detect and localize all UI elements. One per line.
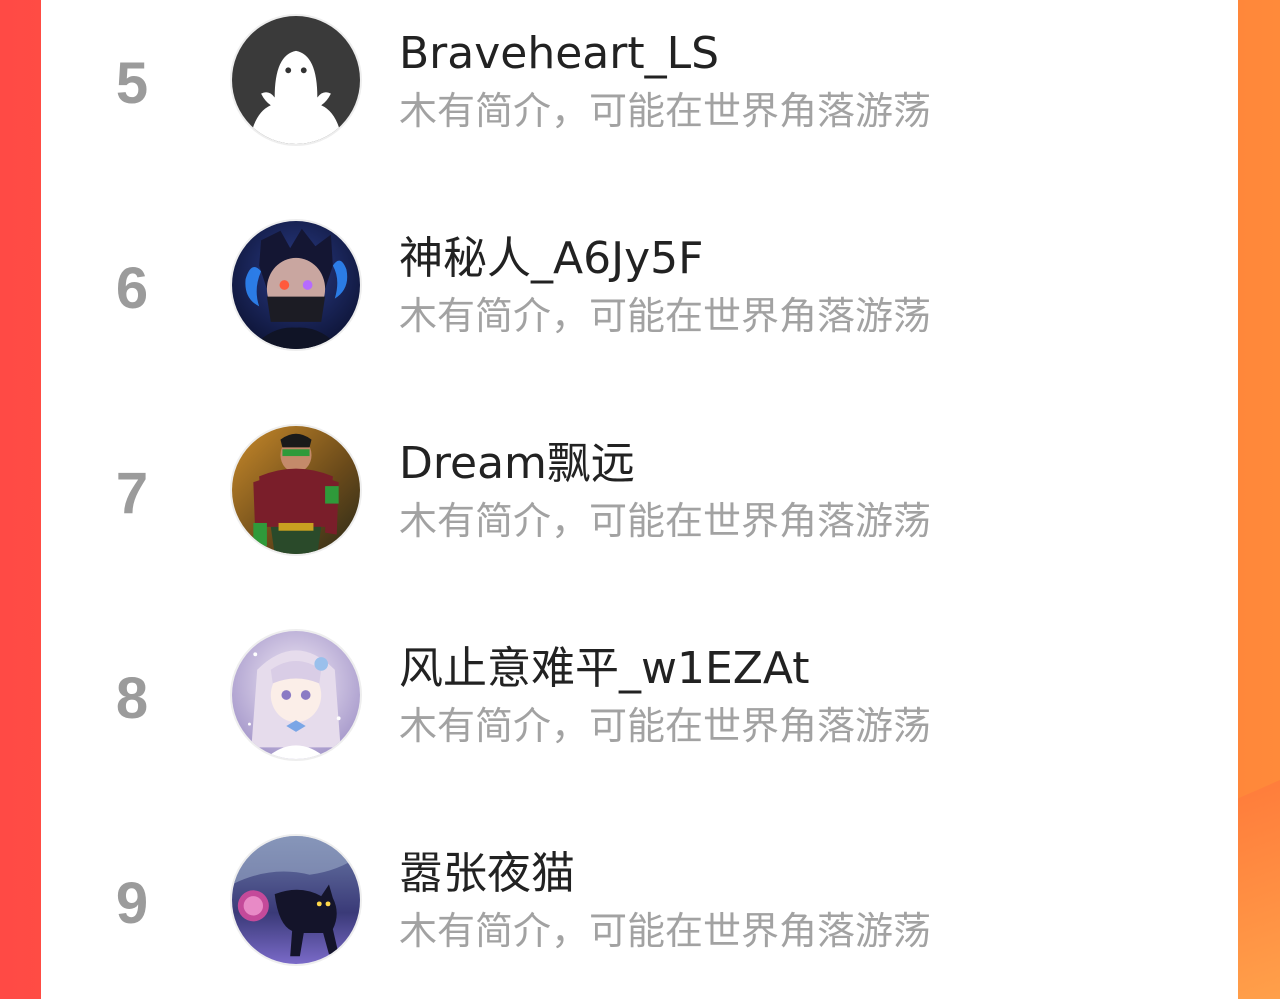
rank-number: 6 [115, 256, 149, 321]
rank-number: 9 [115, 871, 149, 936]
username[interactable]: 神秘人_A6Jy5F [399, 231, 703, 287]
user-bio: 木有简介，可能在世界角落游荡 [399, 294, 932, 338]
ranking-row[interactable]: 8 风止意难平_w1EZAt 木有简介，可能在世界角落游荡 [41, 629, 1238, 779]
ranking-row[interactable]: 6 神秘人_A6Jy5F 木有简介，可能在世界角落游荡 [41, 219, 1238, 369]
ranking-row[interactable]: 5 Braveheart_LS 木有简介，可能在世界角落游荡 [41, 14, 1238, 164]
user-bio: 木有简介，可能在世界角落游荡 [399, 909, 932, 953]
black-cat-avatar-icon[interactable] [230, 834, 362, 966]
user-bio: 木有简介，可能在世界角落游荡 [399, 499, 932, 543]
anime-masked-boy-avatar-icon[interactable] [230, 219, 362, 351]
rank-number: 7 [115, 461, 149, 526]
username[interactable]: Braveheart_LS [399, 26, 719, 82]
username[interactable]: Dream飘远 [399, 436, 635, 492]
default-ghost-avatar-icon[interactable] [230, 14, 362, 146]
user-bio: 木有简介，可能在世界角落游荡 [399, 704, 932, 748]
superhero-avatar-icon[interactable] [230, 424, 362, 556]
rank-number: 5 [115, 51, 149, 116]
ranking-page: 5 Braveheart_LS 木有简介，可能在世界角落游荡 6 神秘人_A6J… [0, 0, 1280, 999]
rank-number: 8 [115, 666, 149, 731]
username[interactable]: 嚣张夜猫 [399, 846, 575, 902]
anime-girl-avatar-icon[interactable] [230, 629, 362, 761]
username[interactable]: 风止意难平_w1EZAt [399, 641, 810, 697]
ranking-row[interactable]: 9 嚣张夜猫 木有简介，可能在世界角落游荡 [41, 834, 1238, 984]
user-bio: 木有简介，可能在世界角落游荡 [399, 89, 932, 133]
ranking-row[interactable]: 7 Dream飘远 木有简介，可能在世界角落游荡 [41, 424, 1238, 574]
ranking-list[interactable]: 5 Braveheart_LS 木有简介，可能在世界角落游荡 6 神秘人_A6J… [41, 0, 1238, 999]
